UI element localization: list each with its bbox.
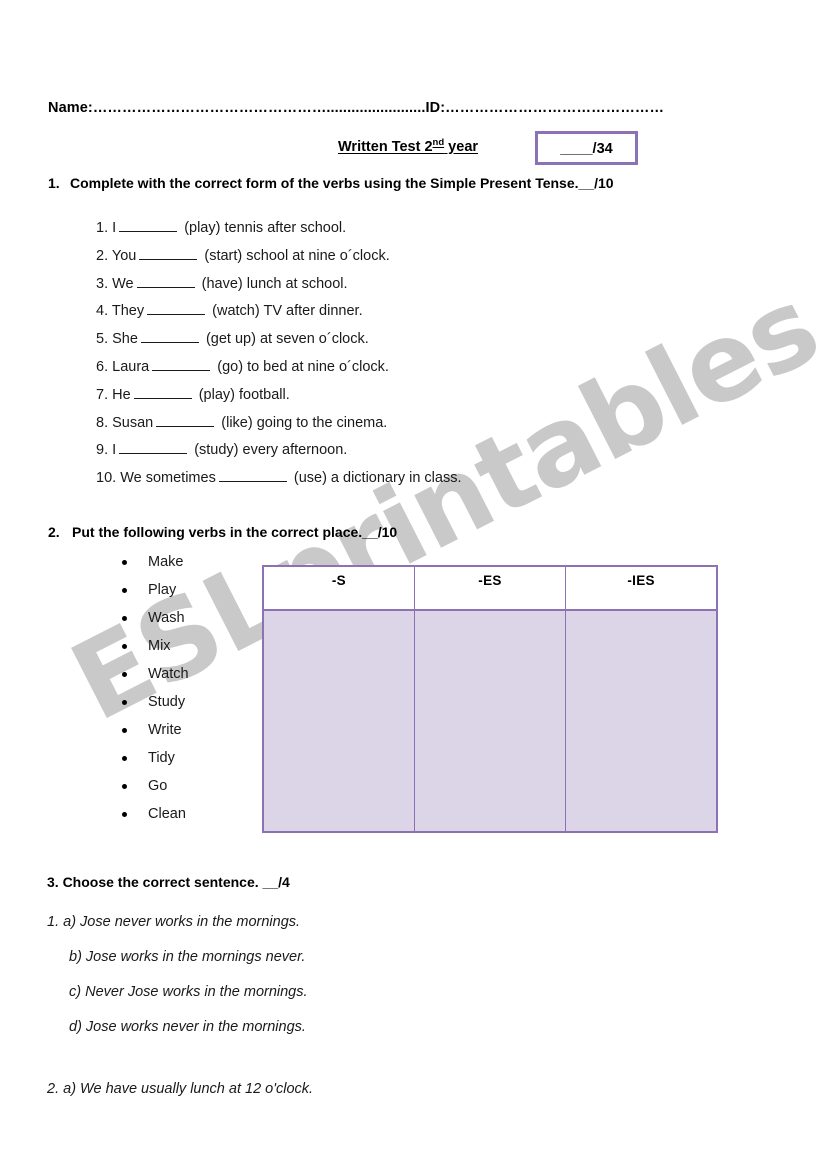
answer-blank[interactable] (147, 301, 206, 316)
item-number: 6. (96, 358, 109, 375)
list-item: Study (118, 688, 248, 716)
question-number: 1. (47, 914, 60, 930)
item-number: 3. (96, 275, 109, 292)
exercise-3-question-2[interactable]: 2. a) We have usually lunch at 12 o'cloc… (47, 1081, 313, 1097)
exercise-3-heading: 3. Choose the correct sentence. __/4 (47, 874, 290, 890)
table-row (262, 609, 718, 833)
list-item: Watch (118, 660, 248, 688)
item-prefix: We sometimes (120, 470, 216, 487)
list-item: Go (118, 772, 248, 800)
answer-blank[interactable] (156, 413, 215, 427)
item-suffix: (watch) TV after dinner. (212, 303, 363, 320)
score-box[interactable]: ____/34 (535, 131, 638, 165)
score-box-value: ____/34 (560, 141, 613, 157)
exercise-1-heading-text: Complete with the correct form of the ve… (70, 175, 614, 191)
page-title: Written Test 2nd year (338, 137, 478, 155)
exercise-1-item: 9. I (study) every afternoon. (96, 437, 616, 465)
item-prefix: Laura (112, 358, 150, 375)
item-suffix: (like) going to the cinema. (221, 414, 388, 431)
option-text: a) Jose never works in the mornings. (63, 914, 301, 930)
item-suffix: (go) to bed at nine o´clock. (217, 358, 389, 375)
item-number: 1. (96, 220, 109, 236)
answer-blank[interactable] (139, 246, 198, 260)
item-number: 5. (96, 331, 109, 348)
answer-blank[interactable] (140, 329, 199, 344)
table-header: -S -ES -IES (262, 565, 718, 611)
item-prefix: I (112, 220, 117, 236)
exercise-1-item: 4. They (watch) TV after dinner. (96, 298, 616, 326)
exercise-1-item: 3. We (have) lunch at school. (96, 271, 616, 299)
exercise-1-item: 8. Susan (like) going to the cinema. (96, 410, 616, 438)
list-item: Wash (118, 604, 248, 632)
item-number: 4. (96, 303, 109, 320)
item-prefix: She (112, 331, 138, 348)
answer-blank[interactable] (218, 468, 287, 483)
name-id-line: Name:…………………………………………...................… (48, 100, 665, 116)
exercise-2-number: 2. (48, 524, 60, 540)
answer-blank[interactable] (119, 440, 188, 455)
item-number: 2. (96, 247, 109, 264)
exercise-3-question-1: 1. a) Jose never works in the mornings. … (47, 905, 527, 1045)
item-prefix: Susan (112, 414, 154, 431)
item-prefix: They (111, 303, 145, 320)
item-suffix: (study) every afternoon. (194, 442, 348, 459)
answer-cell-ies[interactable] (565, 609, 718, 833)
item-suffix: (use) a dictionary in class. (293, 470, 462, 487)
item-number: 7. (96, 386, 109, 403)
question-number: 2. (47, 1081, 60, 1097)
answer-blank[interactable] (119, 218, 178, 232)
answer-blank[interactable] (152, 357, 211, 371)
exercise-1-item: 10. We sometimes (use) a dictionary in c… (96, 465, 616, 493)
item-prefix: We (112, 275, 134, 292)
item-suffix: (play) football. (198, 386, 290, 403)
page-title-main: Written Test 2 (338, 138, 433, 155)
exercise-1-item: 2. You (start) school at nine o´clock. (96, 243, 616, 271)
page-title-ordinal: nd (432, 137, 445, 148)
exercise-1-item: 7. He (play) football. (96, 382, 616, 410)
table-header-row: -S -ES -IES (262, 565, 718, 611)
column-header-ies: -IES (565, 565, 718, 611)
question-option[interactable]: d) Jose works never in the mornings. (47, 1010, 527, 1045)
exercise-2-verb-list: Make Play Wash Mix Watch Study Write Tid… (118, 548, 248, 828)
item-suffix: (get up) at seven o´clock. (205, 331, 369, 348)
exercise-1-items: 1. I (play) tennis after school. 2. You … (96, 215, 616, 493)
list-item: Tidy (118, 744, 248, 772)
table-body (262, 609, 718, 833)
item-suffix: (have) lunch at school. (201, 275, 348, 292)
exercise-2-heading-text: Put the following verbs in the correct p… (72, 524, 398, 540)
answer-cell-s[interactable] (262, 609, 415, 833)
item-number: 9. (96, 442, 109, 459)
question-option[interactable]: 1. a) Jose never works in the mornings. (47, 905, 527, 940)
question-option[interactable]: c) Never Jose works in the mornings. (47, 975, 527, 1010)
list-item: Clean (118, 800, 248, 828)
worksheet-page: ESLprintables.com Name:………………………………………….… (0, 0, 821, 1161)
item-number: 8. (96, 414, 109, 431)
item-prefix: He (112, 386, 131, 403)
exercise-1-item: 6. Laura (go) to bed at nine o´clock. (96, 354, 616, 382)
question-option[interactable]: b) Jose works in the mornings never. (47, 940, 527, 975)
column-header-s: -S (262, 565, 415, 611)
page-title-tail: year (444, 138, 479, 155)
item-prefix: I (112, 442, 117, 459)
column-header-es: -ES (413, 565, 567, 611)
title-row: Written Test 2nd year ____/34 (48, 131, 748, 174)
list-item: Play (118, 576, 248, 604)
answer-cell-es[interactable] (413, 609, 567, 833)
answer-blank[interactable] (136, 274, 195, 288)
exercise-1-number: 1. (48, 175, 60, 191)
item-suffix: (play) tennis after school. (184, 220, 347, 236)
list-item: Make (118, 548, 248, 576)
item-prefix: You (111, 247, 137, 264)
answer-blank[interactable] (133, 385, 192, 399)
item-number: 10. (96, 470, 117, 487)
exercise-2-heading: 2. Put the following verbs in the correct… (48, 524, 397, 540)
exercise-1-heading: 1. Complete with the correct form of the … (48, 175, 614, 191)
exercise-1-item: 1. I (play) tennis after school. (96, 215, 616, 243)
verb-sorting-table: -S -ES -IES (262, 565, 718, 833)
option-text: a) We have usually lunch at 12 o'clock. (63, 1081, 314, 1097)
exercise-1-item: 5. She (get up) at seven o´clock. (96, 326, 616, 354)
list-item: Mix (118, 632, 248, 660)
list-item: Write (118, 716, 248, 744)
item-suffix: (start) school at nine o´clock. (204, 247, 390, 264)
